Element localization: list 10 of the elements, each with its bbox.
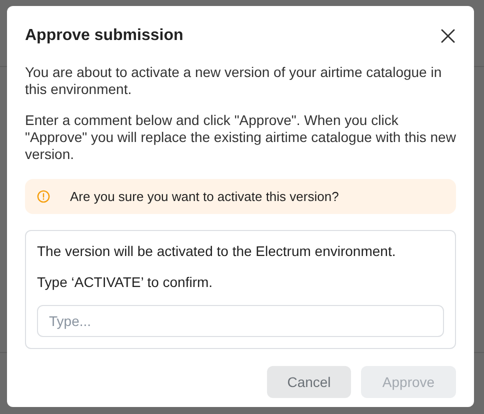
body-paragraph: You are about to activate a new version of your airtime catalogue in this environment. [25, 64, 443, 98]
warning-text: Are you sure you want to activate this version? [70, 188, 339, 206]
dialog-title: Approve submission [25, 26, 184, 46]
confirm-text: The version will be activated to the Electrum environment. [37, 243, 397, 260]
cancel-button[interactable]: Cancel [267, 366, 351, 398]
confirm-text: Type ‘ACTIVATE’ to confirm. [37, 274, 214, 291]
close-icon[interactable] [441, 29, 455, 43]
confirm-input[interactable]: Type... [37, 305, 444, 337]
info-icon [37, 190, 50, 203]
body-paragraph: Enter a comment below and click "Approve". When you click "Approve" you will replace the existing airtime catalogue with this new version. [25, 112, 456, 163]
